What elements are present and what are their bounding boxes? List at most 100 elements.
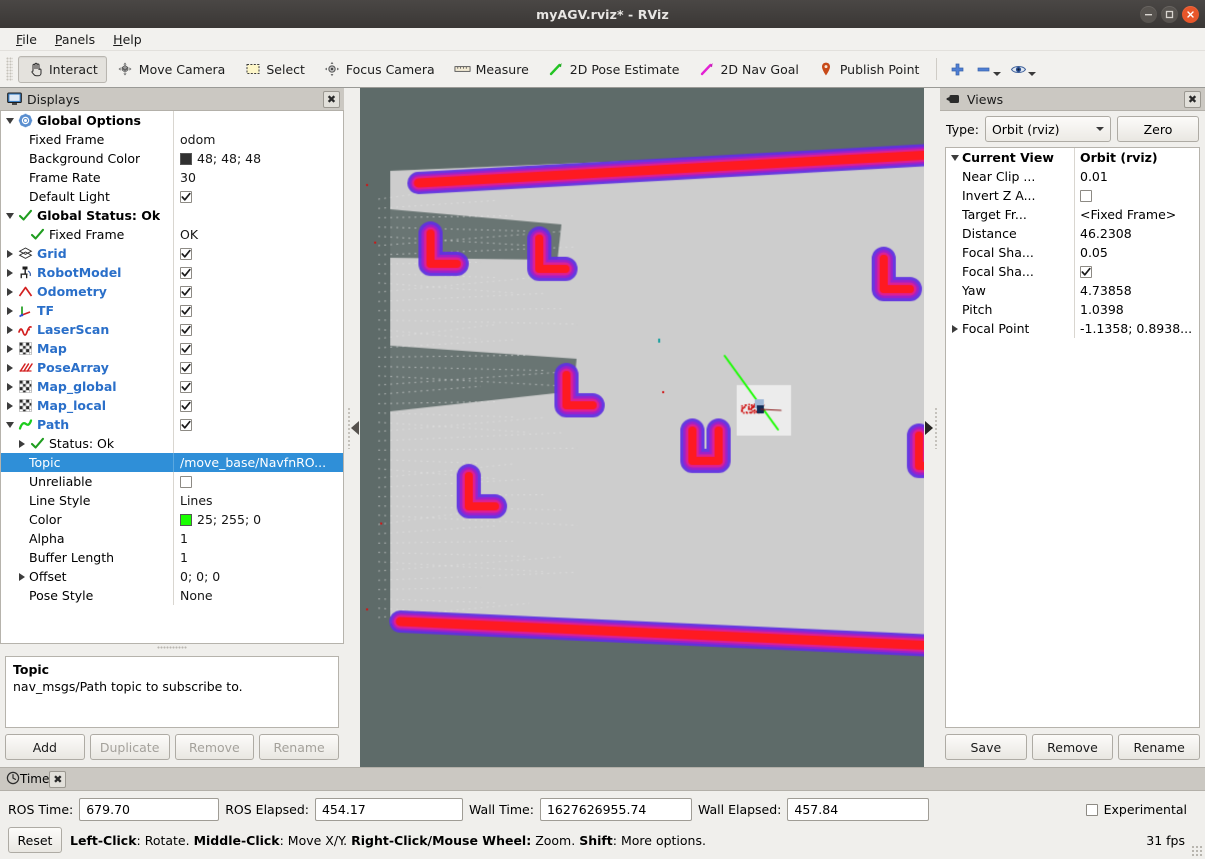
row-value-cell[interactable]: 0.01 bbox=[1074, 167, 1199, 186]
displays-property-tree[interactable]: Global Options Fixed Frame odom Background … bbox=[0, 111, 344, 644]
view-row-focal-sha[interactable]: Focal Sha... 0.05 bbox=[946, 243, 1199, 262]
remove-display-button[interactable]: Remove bbox=[175, 734, 255, 760]
enable-checkbox[interactable] bbox=[180, 362, 192, 374]
row-value-cell[interactable] bbox=[173, 187, 343, 206]
chevron-right-icon[interactable] bbox=[3, 383, 17, 391]
display-row-laserscan[interactable]: LaserScan bbox=[1, 320, 343, 339]
enable-checkbox[interactable] bbox=[180, 191, 192, 203]
toolbar-drag-handle[interactable] bbox=[6, 57, 13, 81]
enable-checkbox[interactable] bbox=[180, 305, 192, 317]
row-value-cell[interactable]: OK bbox=[173, 225, 343, 244]
display-row-buffer-length[interactable]: Buffer Length 1 bbox=[1, 548, 343, 567]
row-value-cell[interactable] bbox=[173, 339, 343, 358]
row-value-cell[interactable]: Lines bbox=[173, 491, 343, 510]
left-panel-collapse-handle[interactable] bbox=[344, 88, 360, 767]
wall-elapsed-input[interactable]: 457.84 bbox=[787, 798, 929, 821]
close-button[interactable] bbox=[1182, 6, 1199, 23]
view-row-near-clip[interactable]: Near Clip ... 0.01 bbox=[946, 167, 1199, 186]
display-row-map-global[interactable]: Map_global bbox=[1, 377, 343, 396]
tool-select[interactable]: Select bbox=[235, 56, 314, 83]
display-row-fixed-frame[interactable]: Fixed Frame OK bbox=[1, 225, 343, 244]
row-value-cell[interactable]: 0; 0; 0 bbox=[173, 567, 343, 586]
row-value-cell[interactable]: odom bbox=[173, 130, 343, 149]
enable-checkbox[interactable] bbox=[180, 476, 192, 488]
menu-panels[interactable]: Panels bbox=[47, 30, 103, 49]
remove-view-button[interactable]: Remove bbox=[1032, 734, 1114, 760]
menu-help[interactable]: Help bbox=[105, 30, 150, 49]
display-row-background-color[interactable]: Background Color 48; 48; 48 bbox=[1, 149, 343, 168]
display-row-global-options[interactable]: Global Options bbox=[1, 111, 343, 130]
row-value-cell[interactable] bbox=[173, 377, 343, 396]
row-value-cell[interactable]: -1.1358; 0.8938... bbox=[1074, 319, 1199, 338]
enable-checkbox[interactable] bbox=[180, 267, 192, 279]
tool-visibility[interactable] bbox=[1006, 58, 1040, 81]
row-value-cell[interactable] bbox=[173, 358, 343, 377]
row-value-cell[interactable] bbox=[173, 434, 343, 453]
ros-elapsed-input[interactable]: 454.17 bbox=[315, 798, 463, 821]
displays-splitter-handle[interactable] bbox=[0, 644, 344, 651]
row-value-cell[interactable]: None bbox=[173, 586, 343, 605]
row-value-cell[interactable]: 1 bbox=[173, 548, 343, 567]
display-row-posearray[interactable]: PoseArray bbox=[1, 358, 343, 377]
chevron-right-icon[interactable] bbox=[925, 421, 933, 435]
row-value-cell[interactable] bbox=[173, 301, 343, 320]
row-value-cell[interactable] bbox=[173, 111, 343, 130]
add-display-button[interactable]: Add bbox=[5, 734, 85, 760]
color-swatch[interactable] bbox=[180, 514, 192, 526]
view-row-invert-z-a[interactable]: Invert Z A... bbox=[946, 186, 1199, 205]
duplicate-display-button[interactable]: Duplicate bbox=[90, 734, 170, 760]
tool-2d-nav-goal[interactable]: 2D Nav Goal bbox=[689, 56, 807, 83]
display-row-unreliable[interactable]: Unreliable bbox=[1, 472, 343, 491]
view-type-combobox[interactable]: Orbit (rviz) bbox=[985, 116, 1111, 142]
view-checkbox[interactable] bbox=[1080, 266, 1092, 278]
row-value-cell[interactable]: 0.05 bbox=[1074, 243, 1199, 262]
display-row-path[interactable]: Path bbox=[1, 415, 343, 434]
view-row-pitch[interactable]: Pitch 1.0398 bbox=[946, 300, 1199, 319]
enable-checkbox[interactable] bbox=[180, 381, 192, 393]
row-value-cell[interactable] bbox=[1074, 262, 1199, 281]
views-panel-close-icon[interactable]: ✖ bbox=[1184, 91, 1201, 108]
tool-measure[interactable]: Measure bbox=[445, 56, 538, 83]
chevron-right-icon[interactable] bbox=[3, 326, 17, 334]
row-value-cell[interactable]: 1 bbox=[173, 529, 343, 548]
view-row-focal-point[interactable]: Focal Point -1.1358; 0.8938... bbox=[946, 319, 1199, 338]
enable-checkbox[interactable] bbox=[180, 324, 192, 336]
view-row-target-fr[interactable]: Target Fr... <Fixed Frame> bbox=[946, 205, 1199, 224]
tool-add-view[interactable] bbox=[945, 58, 970, 81]
chevron-down-icon[interactable] bbox=[993, 72, 1001, 76]
3d-render-view[interactable] bbox=[360, 88, 924, 767]
display-row-pose-style[interactable]: Pose Style None bbox=[1, 586, 343, 605]
view-row-distance[interactable]: Distance 46.2308 bbox=[946, 224, 1199, 243]
reset-button[interactable]: Reset bbox=[8, 827, 62, 853]
maximize-button[interactable] bbox=[1161, 6, 1178, 23]
chevron-right-icon[interactable] bbox=[3, 307, 17, 315]
chevron-left-icon[interactable] bbox=[351, 421, 359, 435]
views-property-tree[interactable]: Current View Orbit (rviz) Near Clip ... 0.0… bbox=[945, 147, 1200, 728]
chevron-right-icon[interactable] bbox=[3, 288, 17, 296]
display-row-map[interactable]: Map bbox=[1, 339, 343, 358]
ros-time-input[interactable]: 679.70 bbox=[79, 798, 219, 821]
time-panel-close-icon[interactable]: ✖ bbox=[49, 771, 66, 788]
row-value-cell[interactable]: <Fixed Frame> bbox=[1074, 205, 1199, 224]
row-value-cell[interactable]: 25; 255; 0 bbox=[173, 510, 343, 529]
enable-checkbox[interactable] bbox=[180, 419, 192, 431]
chevron-down-icon[interactable] bbox=[3, 422, 17, 428]
display-row-map-local[interactable]: Map_local bbox=[1, 396, 343, 415]
minimize-button[interactable] bbox=[1140, 6, 1157, 23]
view-row-current-view[interactable]: Current View Orbit (rviz) bbox=[946, 148, 1199, 167]
row-value-cell[interactable]: /move_base/NavfnRO... bbox=[173, 453, 343, 472]
chevron-right-icon[interactable] bbox=[3, 364, 17, 372]
display-row-topic[interactable]: Topic/move_base/NavfnRO... bbox=[1, 453, 343, 472]
display-row-odometry[interactable]: Odometry bbox=[1, 282, 343, 301]
row-value-cell[interactable] bbox=[173, 282, 343, 301]
row-value-cell[interactable] bbox=[173, 396, 343, 415]
display-row-frame-rate[interactable]: Frame Rate 30 bbox=[1, 168, 343, 187]
display-row-status-ok[interactable]: Status: Ok bbox=[1, 434, 343, 453]
chevron-right-icon[interactable] bbox=[3, 269, 17, 277]
display-row-default-light[interactable]: Default Light bbox=[1, 187, 343, 206]
view-row-yaw[interactable]: Yaw 4.73858 bbox=[946, 281, 1199, 300]
window-resize-grip[interactable] bbox=[1191, 845, 1203, 857]
row-value-cell[interactable]: 1.0398 bbox=[1074, 300, 1199, 319]
row-value-cell[interactable]: 48; 48; 48 bbox=[173, 149, 343, 168]
row-value-cell[interactable]: 30 bbox=[173, 168, 343, 187]
